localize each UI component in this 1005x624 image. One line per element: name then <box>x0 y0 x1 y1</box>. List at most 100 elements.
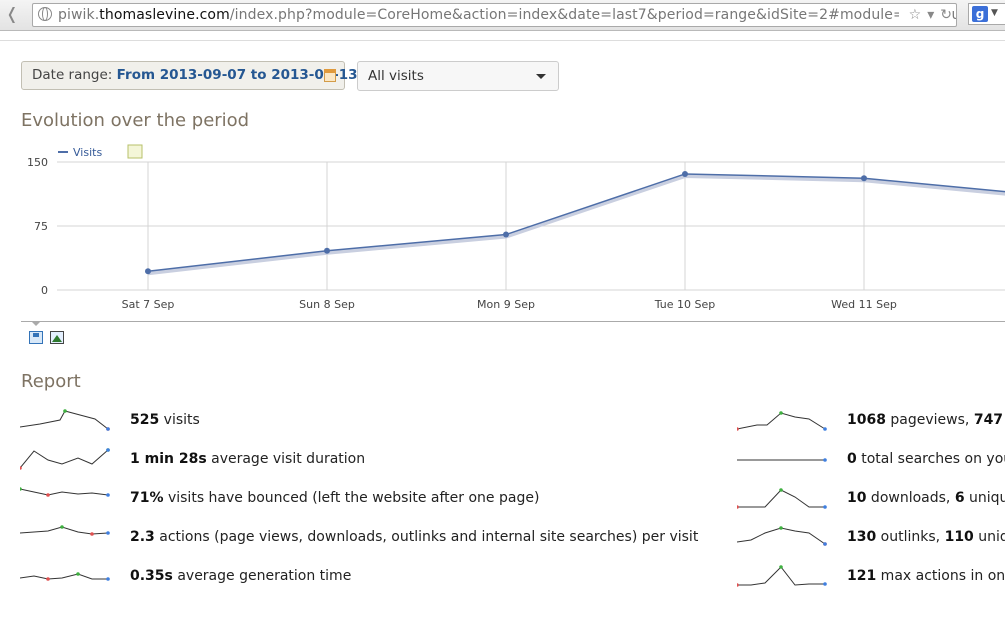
report-metric-right-4: 130 outlinks, 110 unique o <box>847 527 1005 547</box>
metric-value: 71% <box>130 490 164 506</box>
data-point <box>682 170 688 177</box>
reload-icon[interactable]: ↻ <box>940 7 952 23</box>
header-divider <box>0 40 1005 41</box>
x-tick-label: Wed 11 Sep <box>831 298 897 311</box>
evolution-title: Evolution over the period <box>21 110 250 131</box>
date-range-selector[interactable]: Date range: From 2013-09-07 to 2013-09-1… <box>21 61 358 90</box>
report-metric-left-3: 71% visits have bounced (left the websit… <box>130 488 539 508</box>
bookmark-star-icon[interactable]: ☆ <box>909 7 922 23</box>
sparkline-left-4 <box>20 525 110 536</box>
metric-label: visits have bounced (left the website af… <box>163 490 540 506</box>
sparkline-last-marker <box>106 427 110 431</box>
sparkline-max-marker <box>779 526 783 530</box>
url-host: thomaslevine.com <box>99 7 230 23</box>
metric-value: 525 <box>130 412 160 428</box>
sparkline-min-marker <box>737 505 739 509</box>
sparkline-left-3 <box>20 487 110 497</box>
sparkline-last-marker <box>823 427 827 431</box>
sparkline-right-4 <box>737 526 827 546</box>
chart-footer-arrow-icon <box>31 321 41 326</box>
sparkline-right-1 <box>737 411 827 431</box>
visits-evolution-chart: 0 75 150 Sat 7 Sep Sun 8 Sep Mon 9 Sep Tue 10 … <box>27 144 1005 311</box>
sparkline-left-2 <box>20 448 110 470</box>
x-tick-label: Sun 8 Sep <box>299 298 355 311</box>
data-point <box>145 268 151 275</box>
sparkline-max-marker <box>60 525 64 529</box>
metric-value: 1068 <box>847 412 886 428</box>
sparkline-right-2 <box>737 458 827 462</box>
metric-label: outlinks, <box>876 529 945 545</box>
report-metric-left-1: 525 visits <box>130 410 200 430</box>
x-tick-label: Tue 10 Sep <box>654 298 716 311</box>
sparkline-path <box>737 412 826 430</box>
report-metric-right-2: 0 total searches on your w <box>847 449 1005 469</box>
metric-value: 10 <box>847 490 867 506</box>
sparkline-last-marker <box>823 542 827 546</box>
y-tick-label: 150 <box>27 156 48 169</box>
legend-label: Visits <box>73 146 102 159</box>
sparkline-min-marker <box>737 583 739 587</box>
metric-value: 110 <box>944 529 974 545</box>
sparkline-last-marker <box>106 448 110 452</box>
back-arrow-icon[interactable]: ❬ <box>0 2 24 26</box>
sparkline-max-marker <box>20 487 22 491</box>
sparkline-path <box>737 489 825 508</box>
export-data-icon[interactable] <box>29 331 43 344</box>
google-icon: g <box>972 6 988 22</box>
sparkline-min-marker <box>46 493 50 497</box>
sparkline-max-marker <box>779 565 783 569</box>
data-point <box>861 175 867 182</box>
series-line-visits <box>147 173 1005 272</box>
metric-value: 121 <box>847 568 877 584</box>
date-range-label: Date range: <box>32 67 113 83</box>
url-path: /index.php?module=CoreHome&action=index&… <box>229 7 957 23</box>
sparkline-last-marker <box>106 577 110 581</box>
report-metric-right-5: 121 max actions in one v <box>847 566 1005 586</box>
report-metric-left-4: 2.3 actions (page views, downloads, outl… <box>130 527 698 547</box>
sparkline-max-marker <box>63 409 67 413</box>
metric-value: 0 <box>847 451 857 467</box>
sparkline-last-marker <box>823 505 827 509</box>
sparkline-left-5 <box>20 572 110 581</box>
url-text: piwik.thomaslevine.com/index.php?module=… <box>58 4 957 26</box>
metric-label: pageviews, <box>885 412 974 428</box>
sparkline-max-marker <box>779 488 783 492</box>
sparkline-right-3 <box>737 488 827 509</box>
search-engine-box[interactable]: g ▼ <box>968 3 1005 25</box>
metric-label: max actions in one v <box>880 568 1005 584</box>
sparkline-min-marker <box>46 577 50 581</box>
sparkline-max-marker <box>779 411 783 415</box>
data-point <box>324 247 330 254</box>
sparkline-path <box>737 566 825 586</box>
metric-label: total searches on your w <box>861 451 1005 467</box>
report-metric-right-1: 1068 pageviews, 747 uni <box>847 410 1005 430</box>
metric-label: actions (page views, downloads, outlinks… <box>154 529 699 545</box>
metric-value: 130 <box>847 529 877 545</box>
date-range-value: From 2013-09-07 to 2013-09-13 <box>116 67 358 83</box>
globe-icon <box>38 7 52 21</box>
chart-divider <box>21 321 1005 322</box>
browser-toolbar: ❬ piwik.thomaslevine.com/index.php?modul… <box>0 0 1005 31</box>
sparkline-path <box>20 526 109 535</box>
dropdown-arrow-icon[interactable]: ▾ <box>927 7 934 23</box>
metric-label: average visit duration <box>206 451 366 467</box>
metric-label: unique d <box>969 490 1005 506</box>
metric-label: downloads, <box>866 490 955 506</box>
sparkline-last-marker <box>823 582 827 586</box>
sparkline-last-marker <box>106 531 110 535</box>
x-tick-label: Mon 9 Sep <box>477 298 535 311</box>
sparkline-min-marker <box>90 532 94 536</box>
sparkline-path <box>20 449 109 469</box>
segment-value: All visits <box>368 68 424 84</box>
calendar-icon[interactable] <box>324 69 336 82</box>
sparkline-path <box>20 573 108 580</box>
search-engine-dropdown-icon[interactable]: ▼ <box>991 8 998 18</box>
export-image-icon[interactable] <box>50 331 64 344</box>
metric-value: 1 min 28s <box>130 451 207 467</box>
sparkline-right-5 <box>737 565 827 587</box>
segment-selector[interactable]: All visits <box>357 61 559 91</box>
report-metric-right-3: 10 downloads, 6 unique d <box>847 488 1005 508</box>
y-tick-label: 0 <box>41 284 48 297</box>
address-bar[interactable]: piwik.thomaslevine.com/index.php?module=… <box>32 3 957 27</box>
y-tick-label: 75 <box>34 220 48 233</box>
